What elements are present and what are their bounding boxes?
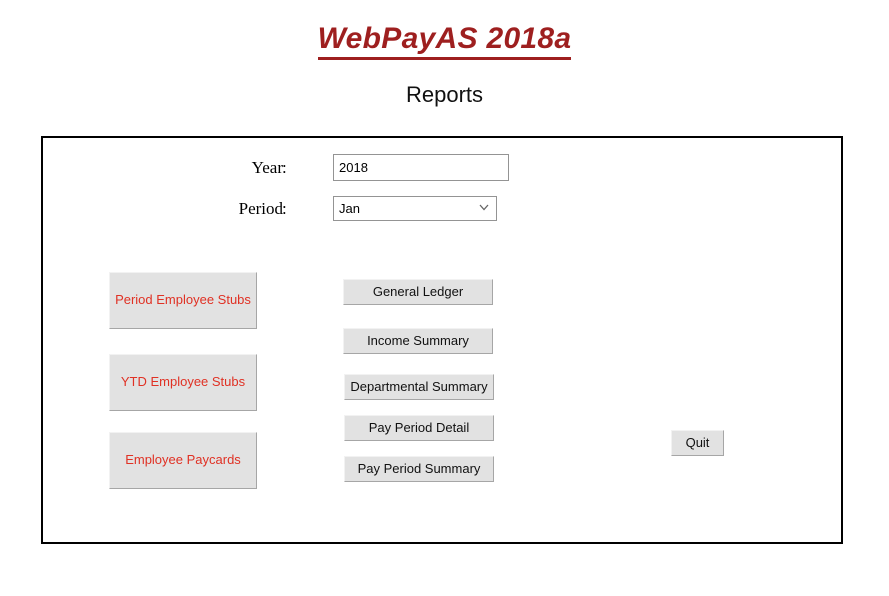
income-summary-button[interactable]: Income Summary	[343, 328, 493, 354]
pay-period-summary-button[interactable]: Pay Period Summary	[344, 456, 494, 482]
departmental-summary-button[interactable]: Departmental Summary	[344, 374, 494, 400]
general-ledger-button[interactable]: General Ledger	[343, 279, 493, 305]
period-select-wrapper: JanFebMarAprMayJunJulAugSepOctNovDec	[333, 196, 497, 221]
period-employee-stubs-button[interactable]: Period Employee Stubs	[109, 272, 257, 329]
ytd-employee-stubs-button[interactable]: YTD Employee Stubs	[109, 354, 257, 411]
app-title: WebPayAS 2018a	[0, 22, 889, 60]
period-label: Period	[238, 199, 283, 218]
quit-button[interactable]: Quit	[671, 430, 724, 456]
period-colon: :	[282, 199, 287, 218]
reports-form-panel: Year : Period : JanFebMarAprMayJunJulAug…	[41, 136, 843, 544]
pay-period-detail-button[interactable]: Pay Period Detail	[344, 415, 494, 441]
year-label: Year	[251, 158, 283, 177]
year-input[interactable]	[333, 154, 509, 181]
employee-paycards-button[interactable]: Employee Paycards	[109, 432, 257, 489]
page-title: Reports	[405, 82, 484, 107]
year-colon: :	[282, 158, 287, 177]
period-select[interactable]: JanFebMarAprMayJunJulAugSepOctNovDec	[333, 196, 497, 221]
app-title-text: WebPayAS 2018a	[317, 22, 572, 60]
